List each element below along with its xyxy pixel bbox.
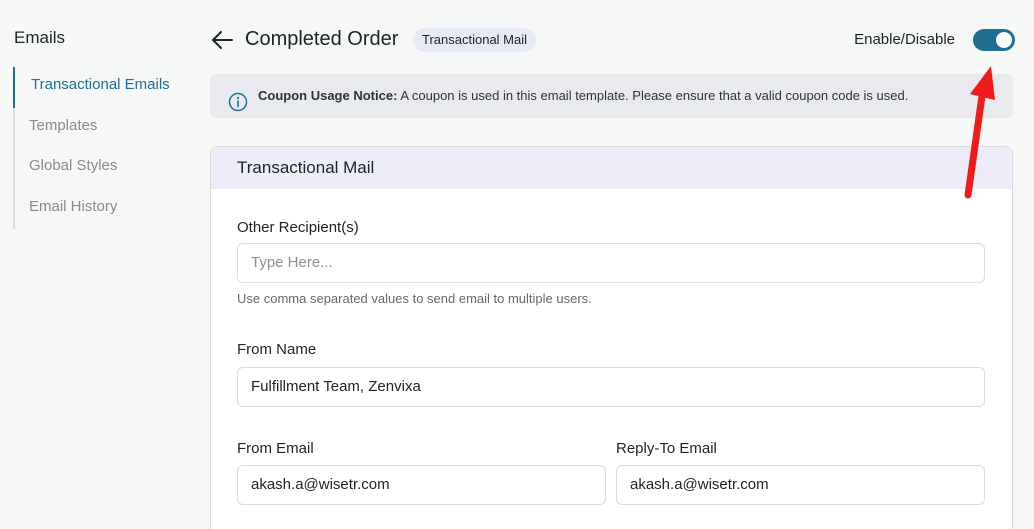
from-email-label: From Email (237, 440, 314, 457)
reply-to-email-input[interactable]: akash.a@wisetr.com (616, 465, 985, 505)
notice-message: A coupon is used in this email template.… (400, 88, 909, 103)
from-name-label: From Name (237, 341, 317, 358)
from-email-input[interactable]: akash.a@wisetr.com (237, 465, 606, 505)
card-title: Transactional Mail (211, 147, 1012, 189)
sidebar-item-email-history[interactable]: Email History (15, 189, 170, 230)
from-name-input[interactable]: Fulfillment Team, Zenvixa (237, 367, 985, 407)
email-type-badge: Transactional Mail (413, 28, 537, 52)
arrow-left-icon[interactable] (210, 29, 234, 51)
page-title: Completed Order (245, 28, 399, 50)
other-recipients-input[interactable]: Type Here... (237, 243, 985, 283)
transactional-mail-card: Transactional Mail Other Recipient(s) Ty… (210, 146, 1013, 529)
sidebar-item-global-styles[interactable]: Global Styles (15, 148, 170, 189)
other-recipients-help: Use comma separated values to send email… (237, 291, 592, 306)
sidebar-title: Emails (14, 28, 66, 47)
notice-text: Coupon Usage Notice: A coupon is used in… (258, 74, 908, 118)
sidebar-nav: Transactional Emails Templates Global St… (13, 67, 170, 229)
other-recipients-label: Other Recipient(s) (237, 219, 359, 236)
sidebar: Emails Transactional Emails Templates Gl… (0, 0, 190, 529)
info-icon (228, 86, 248, 112)
page-header: Completed Order Transactional Mail Enabl… (210, 22, 1015, 58)
toggle-knob (996, 32, 1012, 48)
coupon-usage-notice: Coupon Usage Notice: A coupon is used in… (210, 74, 1013, 118)
enable-disable-toggle[interactable] (973, 29, 1015, 51)
reply-to-email-label: Reply-To Email (616, 440, 717, 457)
enable-disable-label: Enable/Disable (854, 31, 955, 48)
notice-title: Coupon Usage Notice: (258, 88, 398, 103)
sidebar-item-templates[interactable]: Templates (15, 108, 170, 149)
annotation-arrow-icon (964, 66, 995, 199)
sidebar-item-transactional-emails[interactable]: Transactional Emails (13, 67, 170, 108)
